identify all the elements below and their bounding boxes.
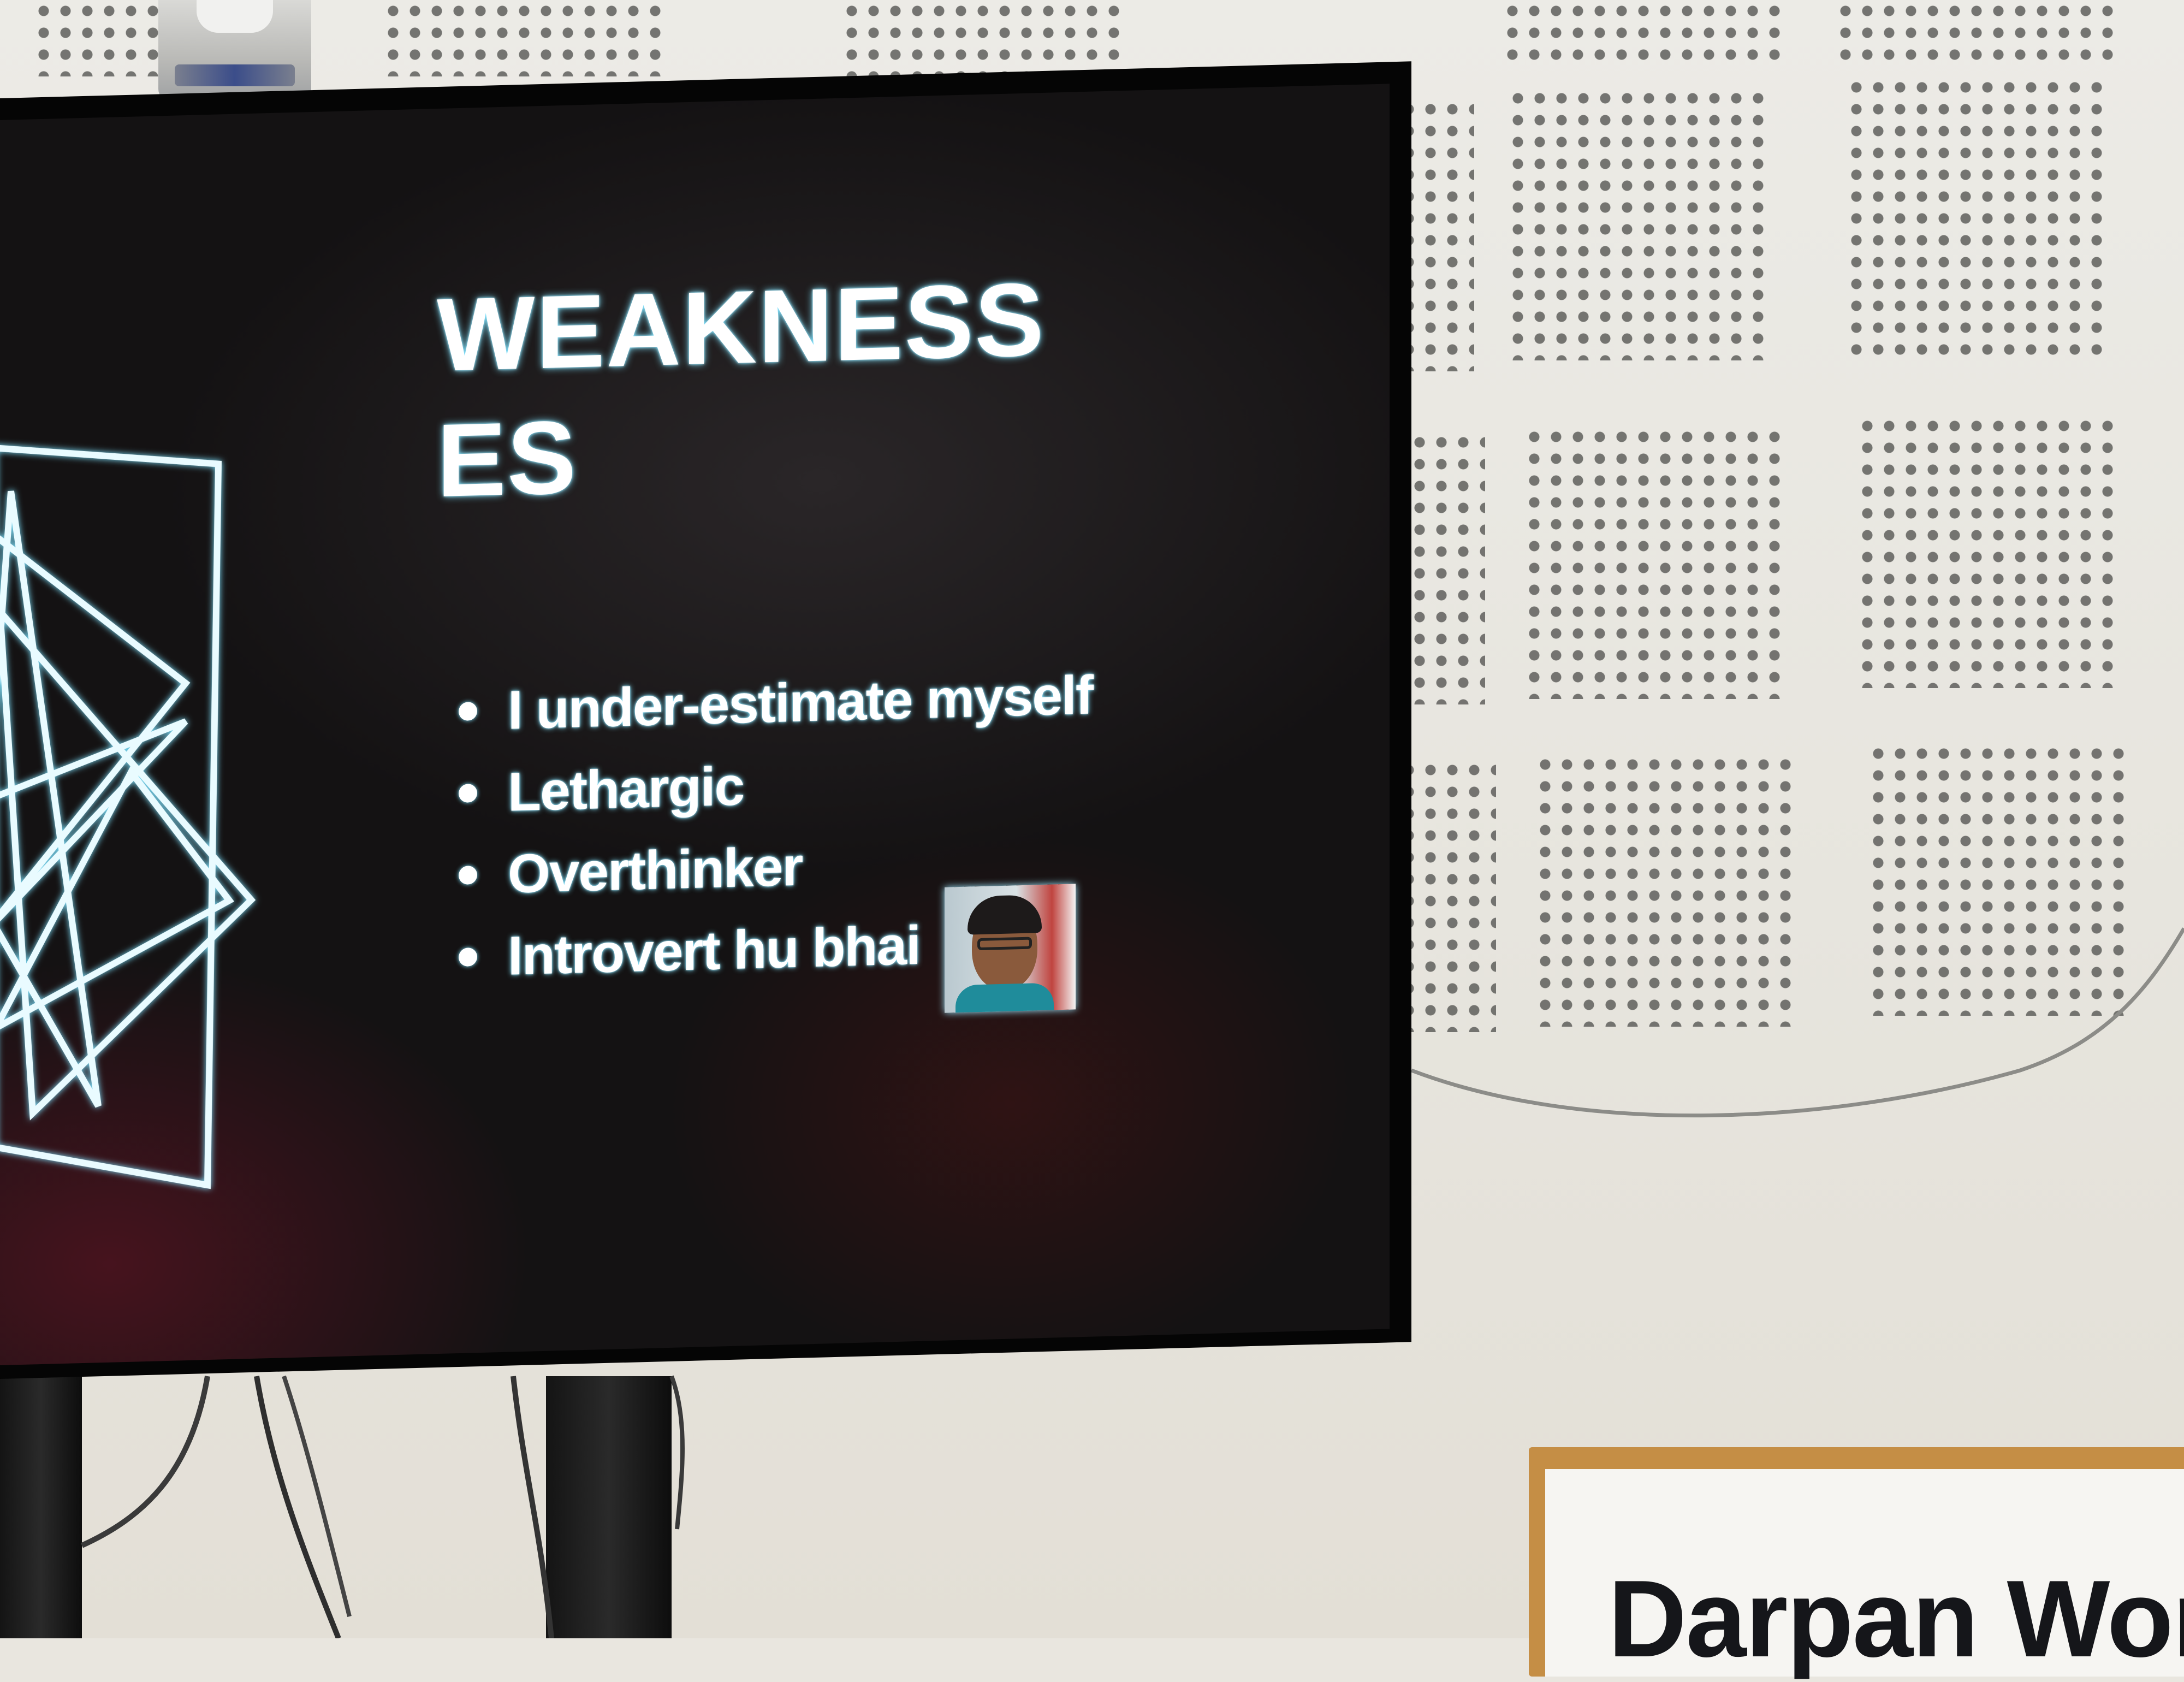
bullet-item: I under-estimate myself xyxy=(453,654,1093,753)
bullet-text: Lethargic xyxy=(508,755,744,823)
acoustic-panel xyxy=(382,0,666,76)
slide-screen: WEAKNESS ES I under-estimate myself Leth… xyxy=(0,84,1390,1365)
bullet-dot-icon xyxy=(459,702,477,721)
bullet-dot-icon xyxy=(459,866,477,885)
slide-title-line-2: ES xyxy=(437,399,578,519)
bullet-text: Introvert hu bhai xyxy=(508,914,920,987)
bullet-dot-icon xyxy=(459,947,477,967)
acoustic-panel xyxy=(841,0,1125,76)
bullet-text: I under-estimate myself xyxy=(508,664,1093,741)
acoustic-panel xyxy=(1835,0,2118,66)
acoustic-panel xyxy=(1523,426,1791,699)
photo-shirt xyxy=(956,982,1054,1013)
acoustic-panel xyxy=(1534,754,1802,1027)
acoustic-panel xyxy=(1502,0,1785,66)
acoustic-panel xyxy=(1867,743,2135,1016)
person-photo xyxy=(945,884,1076,1013)
ceiling-camera xyxy=(158,0,311,101)
tv-stand-right xyxy=(546,1376,672,1638)
sign-text: Darpan Work xyxy=(1608,1558,2184,1680)
camera-notch xyxy=(197,0,273,33)
acoustic-panel xyxy=(1507,87,1775,360)
acoustic-panel xyxy=(1398,759,1496,1032)
bullet-text: Overthinker xyxy=(508,836,803,905)
slide-title-line-1: WEAKNESS xyxy=(437,261,1045,394)
photo-hair xyxy=(968,895,1042,935)
acoustic-panel xyxy=(1845,76,2113,360)
slide-title: WEAKNESS ES xyxy=(437,254,1147,524)
acoustic-panel xyxy=(1856,415,2124,688)
sign-board: Darpan Work xyxy=(1545,1469,2184,1680)
tv-display: WEAKNESS ES I under-estimate myself Leth… xyxy=(0,61,1411,1379)
tv-stand-left xyxy=(0,1376,82,1638)
bullet-item: Lethargic xyxy=(453,736,1093,835)
name-sign: Darpan Work xyxy=(1529,1447,2184,1680)
camera-label-stripe xyxy=(175,64,295,86)
bullet-dot-icon xyxy=(459,784,477,803)
photo-glasses xyxy=(977,937,1032,951)
